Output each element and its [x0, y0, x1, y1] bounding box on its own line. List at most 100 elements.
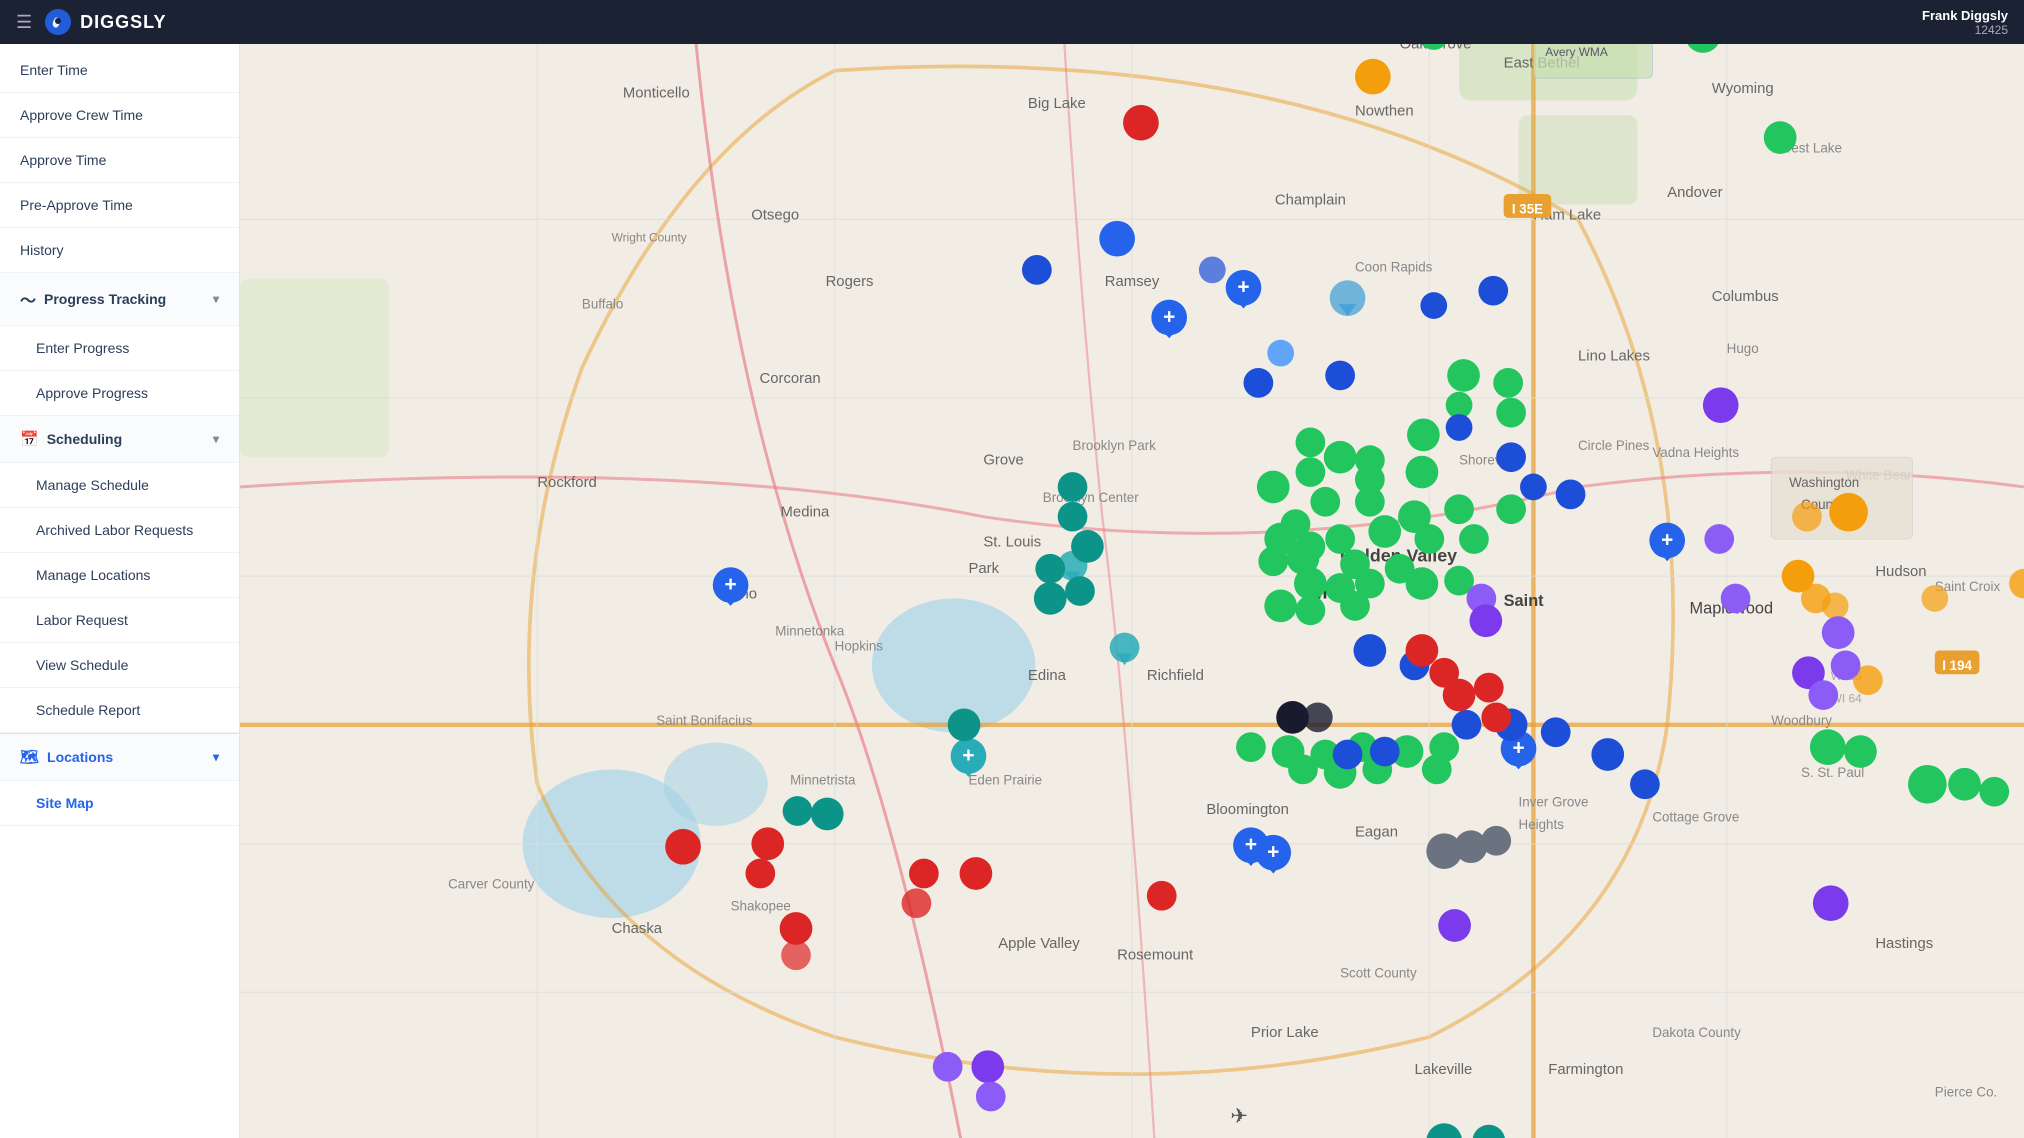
svg-text:Hopkins: Hopkins	[835, 638, 884, 653]
sidebar-item-manage-schedule[interactable]: Manage Schedule	[0, 463, 239, 508]
svg-text:Vadna Heights: Vadna Heights	[1652, 445, 1739, 460]
svg-text:Saint: Saint	[1504, 592, 1545, 610]
svg-text:Corcoran: Corcoran	[760, 371, 821, 387]
logo-area: DIGGSLY	[44, 8, 166, 36]
sidebar-section-label-scheduling: Scheduling	[47, 431, 122, 447]
logo-icon	[44, 8, 72, 36]
sidebar-label-schedule-report: Schedule Report	[36, 702, 140, 718]
svg-text:Andover: Andover	[1667, 185, 1722, 201]
svg-text:Nowthen: Nowthen	[1355, 103, 1414, 119]
sidebar-section-label-progress-tracking: Progress Tracking	[44, 291, 166, 307]
svg-text:+: +	[1237, 276, 1249, 299]
svg-text:Saint Bonifacius: Saint Bonifacius	[656, 713, 752, 728]
svg-text:Apple Valley: Apple Valley	[998, 936, 1080, 952]
svg-text:Monticello: Monticello	[623, 85, 690, 101]
svg-text:Park: Park	[968, 561, 999, 577]
svg-text:✈: ✈	[1230, 1105, 1247, 1128]
sidebar-item-site-map[interactable]: Site Map	[0, 781, 239, 826]
sidebar-item-history[interactable]: History	[0, 228, 239, 273]
svg-text:I 35E: I 35E	[1512, 201, 1543, 216]
svg-text:Eagan: Eagan	[1355, 824, 1398, 840]
map-container: Elk River Monticello Otsego Buffalo Roge…	[240, 44, 2024, 1138]
svg-text:Pierce Co.: Pierce Co.	[1935, 1084, 1997, 1099]
sidebar-item-labor-request[interactable]: Labor Request	[0, 598, 239, 643]
svg-text:Lino Lakes: Lino Lakes	[1578, 349, 1650, 365]
svg-text:Ramsey: Ramsey	[1105, 274, 1160, 290]
user-info: Frank Diggsly 12425	[1922, 8, 2008, 37]
sidebar-item-approve-crew-time[interactable]: Approve Crew Time	[0, 93, 239, 138]
sidebar-item-archived-labor-requests[interactable]: Archived Labor Requests	[0, 508, 239, 553]
sidebar-item-approve-time[interactable]: Approve Time	[0, 138, 239, 183]
chevron-down-icon: ▾	[213, 292, 219, 306]
main-container: Enter Time Approve Crew Time Approve Tim…	[0, 44, 2024, 1138]
svg-text:+: +	[1163, 305, 1175, 328]
svg-text:Minnetonka: Minnetonka	[775, 624, 845, 639]
svg-text:Inver Grove: Inver Grove	[1519, 795, 1589, 810]
sidebar-label-approve-progress: Approve Progress	[36, 385, 148, 401]
chevron-down-icon-locations: ▾	[213, 750, 219, 764]
svg-text:Woodbury: Woodbury	[1771, 713, 1832, 728]
sidebar-item-schedule-report[interactable]: Schedule Report	[0, 688, 239, 733]
sidebar-section-scheduling[interactable]: 📅 Scheduling ▾	[0, 416, 239, 463]
svg-text:Minnetrista: Minnetrista	[790, 772, 856, 787]
location-icon: 🗺	[20, 748, 39, 766]
sidebar-label-enter-progress: Enter Progress	[36, 340, 129, 356]
svg-text:Medina: Medina	[781, 505, 830, 521]
svg-text:+: +	[1661, 528, 1673, 551]
sidebar-label-history: History	[20, 242, 64, 258]
sidebar-item-approve-progress[interactable]: Approve Progress	[0, 371, 239, 416]
svg-text:Heights: Heights	[1519, 817, 1565, 832]
svg-text:Carver County: Carver County	[448, 876, 535, 891]
svg-text:Wyoming: Wyoming	[1712, 81, 1774, 97]
svg-text:Rockford: Rockford	[537, 475, 596, 491]
wave-icon: 〜	[20, 287, 36, 311]
svg-text:Eden Prairie: Eden Prairie	[968, 772, 1042, 787]
sidebar-section-label-locations: Locations	[47, 749, 113, 765]
sidebar-section-locations[interactable]: 🗺 Locations ▾	[0, 733, 239, 781]
sidebar-item-manage-locations[interactable]: Manage Locations	[0, 553, 239, 598]
svg-text:Farmington: Farmington	[1548, 1062, 1623, 1078]
svg-text:Bloomington: Bloomington	[1206, 802, 1289, 818]
map-background: Elk River Monticello Otsego Buffalo Roge…	[240, 44, 2024, 1138]
svg-text:Washington: Washington	[1789, 475, 1859, 490]
sidebar-label-pre-approve-time: Pre-Approve Time	[20, 197, 133, 213]
svg-text:I 194: I 194	[1942, 658, 1972, 673]
svg-text:Wright County: Wright County	[612, 231, 687, 245]
sidebar-label-approve-crew-time: Approve Crew Time	[20, 107, 143, 123]
svg-text:Buffalo: Buffalo	[582, 297, 623, 312]
svg-text:S. St. Paul: S. St. Paul	[1801, 765, 1864, 780]
sidebar-item-pre-approve-time[interactable]: Pre-Approve Time	[0, 183, 239, 228]
sidebar-label-approve-time: Approve Time	[20, 152, 106, 168]
sidebar-label-view-schedule: View Schedule	[36, 657, 128, 673]
header-left: ☰ DIGGSLY	[16, 8, 167, 36]
svg-text:St. Louis: St. Louis	[983, 534, 1041, 550]
svg-text:Brooklyn Park: Brooklyn Park	[1073, 438, 1157, 453]
chevron-down-icon-scheduling: ▾	[213, 432, 219, 446]
sidebar-label-manage-locations: Manage Locations	[36, 567, 150, 583]
svg-text:Brooklyn Center: Brooklyn Center	[1043, 490, 1139, 505]
svg-text:Lakeville: Lakeville	[1414, 1062, 1472, 1078]
svg-text:Avery WMA: Avery WMA	[1545, 45, 1608, 59]
sidebar-item-enter-time[interactable]: Enter Time	[0, 48, 239, 93]
svg-text:Hudson: Hudson	[1875, 564, 1926, 580]
svg-text:Grove: Grove	[983, 453, 1023, 469]
svg-text:Rosemount: Rosemount	[1117, 948, 1194, 964]
sidebar-item-enter-progress[interactable]: Enter Progress	[0, 326, 239, 371]
sidebar-section-progress-tracking[interactable]: 〜 Progress Tracking ▾	[0, 273, 239, 326]
logo-text: DIGGSLY	[80, 12, 166, 33]
app-header: ☰ DIGGSLY Frank Diggsly 12425	[0, 0, 2024, 44]
sidebar-label-enter-time: Enter Time	[20, 62, 88, 78]
svg-text:+: +	[962, 744, 974, 767]
svg-text:Coon Rapids: Coon Rapids	[1355, 259, 1433, 274]
sidebar-label-site-map: Site Map	[36, 795, 94, 811]
svg-text:Richfield: Richfield	[1147, 668, 1204, 684]
menu-hamburger-icon[interactable]: ☰	[16, 12, 32, 33]
svg-text:+: +	[725, 573, 737, 596]
svg-text:Prior Lake: Prior Lake	[1251, 1025, 1319, 1041]
sidebar-label-archived-labor-requests: Archived Labor Requests	[36, 522, 193, 538]
calendar-icon: 📅	[20, 430, 39, 448]
sidebar: Enter Time Approve Crew Time Approve Tim…	[0, 44, 240, 1138]
svg-text:Dakota County: Dakota County	[1652, 1025, 1741, 1040]
sidebar-item-view-schedule[interactable]: View Schedule	[0, 643, 239, 688]
svg-text:Rogers: Rogers	[826, 274, 874, 290]
